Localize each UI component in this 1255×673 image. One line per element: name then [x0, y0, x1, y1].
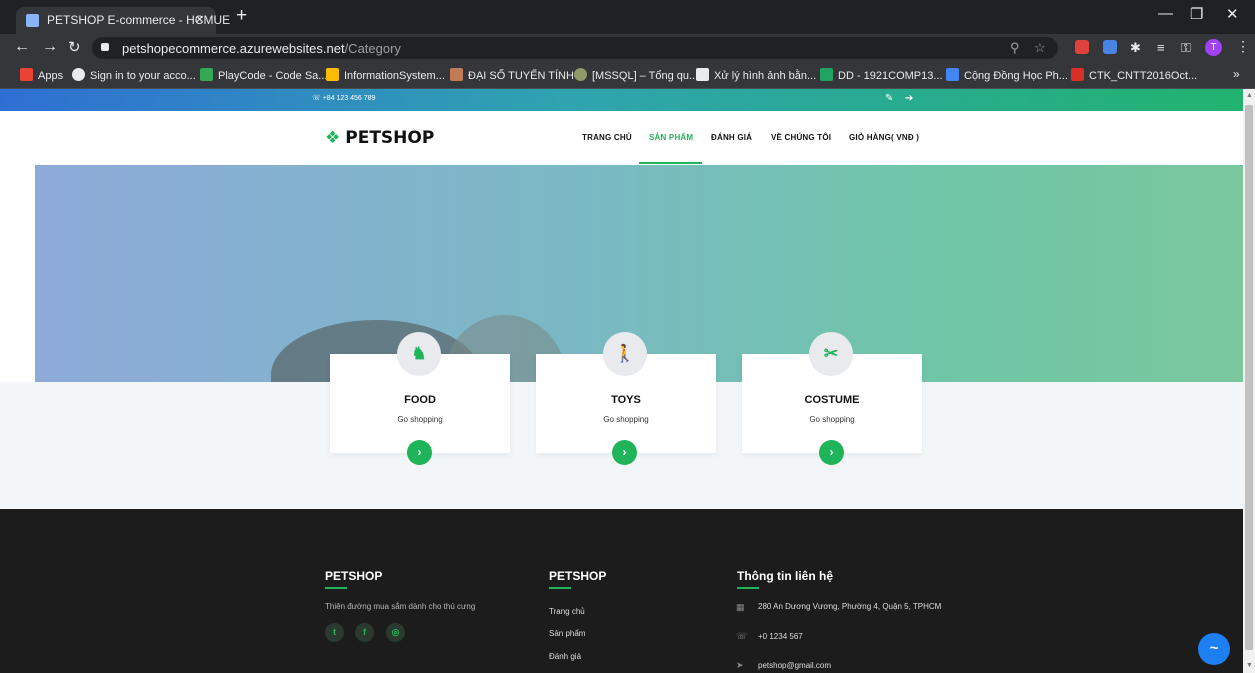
nav-trang-chu[interactable]: TRANG CHỦ: [582, 133, 632, 142]
bookmark-item[interactable]: Cộng Đồng Học Ph...: [946, 68, 1068, 82]
back-arrow-icon[interactable]: ←: [14, 38, 30, 56]
footer-col2-title: PETSHOP: [549, 569, 607, 583]
tab-close-icon[interactable]: ×: [195, 11, 204, 28]
category-title: TOYS: [611, 394, 641, 406]
bookmark-item[interactable]: CTK_CNTT2016Oct...: [1071, 68, 1197, 82]
scrollbar-thumb[interactable]: [1245, 105, 1253, 650]
bookmarks-overflow-button[interactable]: »: [1233, 67, 1240, 81]
footer-col3-title: Thông tin liên hệ: [737, 569, 833, 583]
browser-tab-bar: PETSHOP E-commerce - HCMUE × + — ❐ ✕: [0, 0, 1255, 34]
bookmark-item[interactable]: DD - 1921COMP13...: [820, 68, 943, 82]
bookmark-item[interactable]: Xử lý hình ảnh bằn...: [696, 68, 816, 82]
phone-icon: ☏: [736, 631, 748, 641]
nav-gio-hang[interactable]: GIỎ HÀNG( VNĐ ): [849, 133, 919, 142]
footer-underline: [549, 587, 571, 589]
nav-danh-gia[interactable]: ĐÁNH GIÁ: [711, 133, 752, 142]
category-title: COSTUME: [804, 394, 860, 406]
go-costume-button[interactable]: ›: [819, 440, 844, 465]
close-window-button[interactable]: ✕: [1226, 5, 1239, 23]
footer-underline: [325, 587, 347, 589]
footer-email[interactable]: petshop@gmail.com: [758, 661, 831, 670]
bookmark-item[interactable]: [MSSQL] – Tổng qu...: [574, 68, 698, 82]
zoom-search-icon[interactable]: ⚲: [1010, 40, 1020, 56]
top-info-strip: ☏ +84 123 456 789 ✎ ➔: [0, 89, 1243, 111]
footer-phone: +0 1234 567: [758, 632, 803, 641]
key-icon[interactable]: ⚿: [1181, 40, 1191, 56]
reload-icon[interactable]: ↻: [68, 38, 81, 56]
footer-underline: [737, 587, 759, 589]
send-icon: ➤: [736, 660, 744, 670]
active-nav-underline: [639, 162, 702, 164]
nav-san-pham[interactable]: SẢN PHẨM: [649, 133, 693, 142]
profile-avatar[interactable]: T: [1205, 39, 1222, 56]
bookmark-item[interactable]: ĐẠI SỐ TUYẾN TÍNH: [450, 68, 574, 82]
dog-icon: ♞: [397, 332, 441, 376]
grooming-icon: ✂: [809, 332, 853, 376]
browser-tab[interactable]: PETSHOP E-commerce - HCMUE ×: [16, 7, 230, 34]
minimize-button[interactable]: —: [1158, 5, 1173, 22]
edit-icon[interactable]: ✎: [885, 93, 893, 104]
bookmarks-bar: Apps Sign in to your acco... PlayCode - …: [0, 62, 1255, 89]
footer-tagline: Thiên đường mua sắm dành cho thú cưng: [325, 602, 476, 611]
site-header: ❖ PETSHOP TRANG CHỦ SẢN PHẨM ĐÁNH GIÁ VỀ …: [0, 111, 1243, 165]
bookmark-apps[interactable]: Apps: [20, 68, 63, 82]
footer-address: 280 An Dương Vương, Phường 4, Quận 5, TP…: [758, 602, 942, 611]
map-icon: ▦: [736, 602, 745, 612]
page-scrollbar[interactable]: ▲ ▼: [1243, 89, 1255, 673]
bookmark-item[interactable]: Sign in to your acco...: [72, 68, 196, 82]
category-subtitle: Go shopping: [397, 415, 443, 424]
puzzle-extensions-icon[interactable]: ✱: [1130, 40, 1141, 56]
footer-link-trang-chu[interactable]: Trang chủ: [549, 607, 585, 616]
translate-extension-icon[interactable]: [1103, 40, 1117, 54]
lock-icon: [101, 43, 109, 51]
paw-icon: ❖: [325, 128, 341, 148]
maximize-button[interactable]: ❐: [1190, 5, 1203, 23]
go-toys-button[interactable]: ›: [612, 440, 637, 465]
site-logo[interactable]: ❖ PETSHOP: [325, 128, 434, 148]
site-footer: PETSHOP Thiên đường mua sắm dành cho thú…: [0, 509, 1243, 673]
address-bar-row: ← → ↻ petshopecommerce.azurewebsites.net…: [0, 34, 1255, 62]
go-food-button[interactable]: ›: [407, 440, 432, 465]
topbar-phone: ☏ +84 123 456 789: [312, 95, 376, 102]
facebook-icon[interactable]: f: [355, 623, 374, 642]
new-tab-button[interactable]: +: [236, 5, 247, 27]
url-field[interactable]: petshopecommerce.azurewebsites.net/Categ…: [92, 37, 1058, 59]
bookmark-star-icon[interactable]: ☆: [1034, 40, 1046, 56]
footer-col1-title: PETSHOP: [325, 569, 383, 583]
category-title: FOOD: [404, 394, 436, 406]
browser-menu-icon[interactable]: ⋮: [1236, 38, 1250, 55]
twitter-icon[interactable]: t: [325, 623, 344, 642]
messenger-chat-icon[interactable]: ~: [1198, 633, 1230, 665]
footer-link-san-pham[interactable]: Sản phẩm: [549, 629, 585, 638]
page-favicon-icon: [26, 14, 39, 27]
dog-walker-icon: 🚶: [603, 332, 647, 376]
nav-ve-chung-toi[interactable]: VỀ CHÚNG TÔI: [771, 133, 831, 142]
category-subtitle: Go shopping: [603, 415, 649, 424]
forward-arrow-icon[interactable]: →: [42, 38, 58, 56]
login-icon[interactable]: ➔: [905, 93, 913, 104]
instagram-icon[interactable]: ◎: [386, 623, 405, 642]
bookmark-item[interactable]: InformationSystem...: [326, 68, 445, 82]
bookmark-item[interactable]: PlayCode - Code Sa...: [200, 68, 327, 82]
extension-icon[interactable]: [1075, 40, 1089, 54]
footer-link-danh-gia[interactable]: Đánh giá: [549, 652, 581, 661]
scroll-down-icon[interactable]: ▼: [1246, 662, 1253, 669]
scroll-up-icon[interactable]: ▲: [1246, 92, 1253, 99]
url-text: petshopecommerce.azurewebsites.net/Categ…: [122, 41, 401, 56]
reading-list-icon[interactable]: ≡: [1157, 40, 1165, 55]
category-subtitle: Go shopping: [809, 415, 855, 424]
